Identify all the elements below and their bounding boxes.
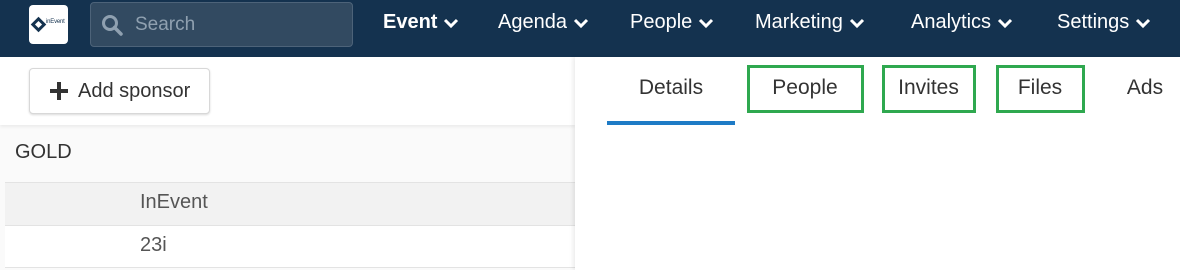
chevron-down-icon bbox=[444, 18, 459, 29]
add-sponsor-button[interactable]: Add sponsor bbox=[29, 68, 210, 114]
nav-item-agenda[interactable]: Agenda bbox=[498, 0, 589, 45]
nav-item-label: Marketing bbox=[755, 11, 843, 33]
chevron-down-icon bbox=[849, 18, 864, 29]
sponsor-list-panel: Add sponsor GOLD InEvent 23i bbox=[0, 57, 575, 270]
nav-item-settings[interactable]: Settings bbox=[1057, 0, 1151, 45]
sponsor-name: InEvent bbox=[140, 191, 208, 213]
chevron-down-icon bbox=[997, 18, 1013, 29]
sponsor-detail-panel: Details People Invites Files Ads bbox=[575, 57, 1180, 270]
nav-item-event[interactable]: Event bbox=[383, 0, 459, 45]
tab-label: Ads bbox=[1126, 76, 1164, 99]
detail-tabs: Details People Invites Files Ads bbox=[575, 57, 1180, 125]
nav-item-label: People bbox=[630, 11, 693, 33]
list-item[interactable]: InEvent bbox=[5, 182, 575, 225]
tab-label: Details bbox=[638, 76, 704, 99]
tab-details[interactable]: Details bbox=[607, 57, 735, 125]
sponsor-tier-heading: GOLD bbox=[15, 141, 72, 163]
nav-item-label: Analytics bbox=[911, 11, 992, 33]
highlight-box-people bbox=[747, 65, 864, 113]
top-navbar: inEvent Event Agenda People Marketing An… bbox=[0, 0, 1180, 57]
search-input[interactable] bbox=[135, 3, 345, 46]
nav-item-people[interactable]: People bbox=[630, 0, 714, 45]
logo-text: inEvent bbox=[46, 19, 65, 25]
highlight-box-files bbox=[996, 65, 1085, 113]
add-sponsor-label: Add sponsor bbox=[78, 80, 191, 102]
inevent-logo[interactable]: inEvent bbox=[29, 5, 68, 44]
highlight-box-invites bbox=[882, 65, 976, 113]
nav-item-label: Settings bbox=[1057, 11, 1130, 33]
tab-ads[interactable]: Ads bbox=[1115, 57, 1175, 125]
sponsor-toolbar: Add sponsor bbox=[0, 57, 575, 125]
plus-icon bbox=[50, 82, 68, 100]
nav-item-label: Event bbox=[383, 11, 438, 33]
inevent-logo-icon bbox=[30, 16, 47, 33]
search-icon bbox=[102, 15, 123, 36]
chevron-down-icon bbox=[573, 18, 589, 29]
sponsor-name: 23i bbox=[140, 234, 167, 256]
nav-item-label: Agenda bbox=[498, 11, 567, 33]
list-item[interactable]: 23i bbox=[5, 225, 575, 268]
nav-item-marketing[interactable]: Marketing bbox=[755, 0, 865, 45]
chevron-down-icon bbox=[1136, 18, 1151, 29]
chevron-down-icon bbox=[699, 18, 714, 29]
search-box bbox=[90, 2, 353, 47]
nav-item-analytics[interactable]: Analytics bbox=[911, 0, 1013, 45]
